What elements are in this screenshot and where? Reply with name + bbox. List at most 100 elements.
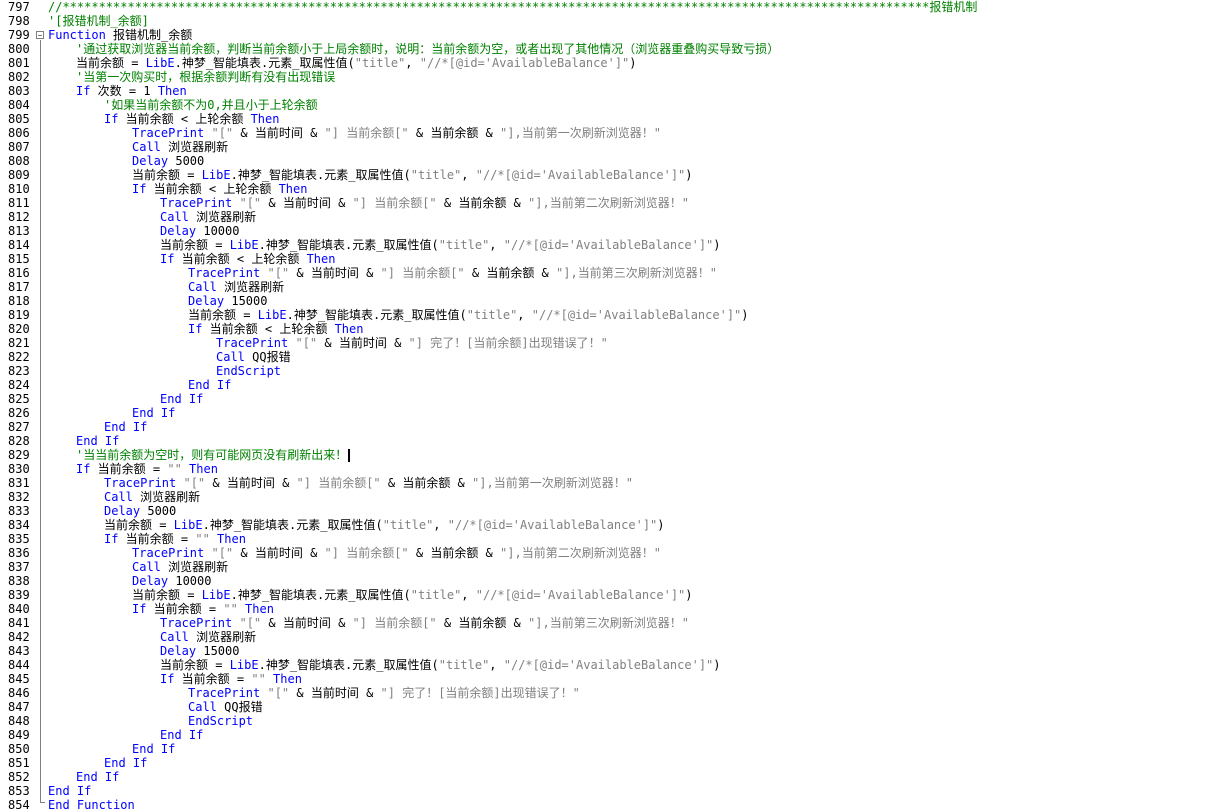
code-line[interactable]: 852 End If bbox=[0, 770, 1214, 784]
code-line[interactable]: 820 If 当前余额 < 上轮余额 Then bbox=[0, 322, 1214, 336]
code-line[interactable]: 815 If 当前余额 < 上轮余额 Then bbox=[0, 252, 1214, 266]
code-line[interactable]: 831 TracePrint "[" & 当前时间 & "] 当前余额[" & 当… bbox=[0, 476, 1214, 490]
code-line[interactable]: 804 '如果当前余额不为0,并且小于上轮余额 bbox=[0, 98, 1214, 112]
line-number: 810 bbox=[8, 182, 30, 196]
code-line[interactable]: 819 当前余额 = LibE.神梦_智能填表.元素_取属性值("title", … bbox=[0, 308, 1214, 322]
code-line[interactable]: 812 Call 浏览器刷新 bbox=[0, 210, 1214, 224]
code-line[interactable]: 844 当前余额 = LibE.神梦_智能填表.元素_取属性值("title", … bbox=[0, 658, 1214, 672]
code-text: 当前余额 = LibE.神梦_智能填表.元素_取属性值("title", "//… bbox=[104, 518, 665, 532]
code-line[interactable]: 840 If 当前余额 = "" Then bbox=[0, 602, 1214, 616]
code-line[interactable]: 848 EndScript bbox=[0, 714, 1214, 728]
code-text: Delay 5000 bbox=[104, 504, 176, 518]
keyword-token: Then bbox=[189, 462, 218, 476]
code-token: , bbox=[405, 56, 420, 70]
code-line[interactable]: 824 End If bbox=[0, 378, 1214, 392]
code-token: & 当前余额 & bbox=[436, 616, 529, 630]
code-line[interactable]: 837 Call 浏览器刷新 bbox=[0, 560, 1214, 574]
code-line[interactable]: 825 End If bbox=[0, 392, 1214, 406]
code-line[interactable]: 799 Function 报错机制_余额 bbox=[0, 28, 1214, 42]
string-token: "//*[@id='AvailableBalance']" bbox=[503, 238, 714, 252]
code-text: If 次数 = 1 Then bbox=[76, 84, 187, 98]
code-line[interactable]: 849 End If bbox=[0, 728, 1214, 742]
code-line[interactable]: 801 当前余额 = LibE.神梦_智能填表.元素_取属性值("title", … bbox=[0, 56, 1214, 70]
line-number: 829 bbox=[8, 448, 30, 462]
code-line[interactable]: 834 当前余额 = LibE.神梦_智能填表.元素_取属性值("title", … bbox=[0, 518, 1214, 532]
code-token: & 当前余额 & bbox=[436, 196, 529, 210]
code-line[interactable]: 851 End If bbox=[0, 756, 1214, 770]
code-line[interactable]: 803 If 次数 = 1 Then bbox=[0, 84, 1214, 98]
code-line[interactable]: 823 EndScript bbox=[0, 364, 1214, 378]
line-number: 837 bbox=[8, 560, 30, 574]
line-number: 834 bbox=[8, 518, 30, 532]
line-number: 843 bbox=[8, 644, 30, 658]
code-line[interactable]: 807 Call 浏览器刷新 bbox=[0, 140, 1214, 154]
keyword-token: Call bbox=[132, 560, 161, 574]
code-line[interactable]: 850 End If bbox=[0, 742, 1214, 756]
code-line[interactable]: 833 Delay 5000 bbox=[0, 504, 1214, 518]
code-line[interactable]: 822 Call QQ报错 bbox=[0, 350, 1214, 364]
code-text: If 当前余额 = "" Then bbox=[76, 462, 218, 476]
code-editor[interactable]: 797 //***********************************… bbox=[0, 0, 1214, 812]
code-line[interactable]: 818 Delay 15000 bbox=[0, 294, 1214, 308]
code-line[interactable]: 826 End If bbox=[0, 406, 1214, 420]
code-text: EndScript bbox=[216, 364, 281, 378]
code-line[interactable]: 836 TracePrint "[" & 当前时间 & "] 当前余额[" & 当… bbox=[0, 546, 1214, 560]
code-line[interactable]: 838 Delay 10000 bbox=[0, 574, 1214, 588]
string-token: "] 完了！[当前余额]出现错误了！" bbox=[380, 686, 580, 700]
code-token: .神梦_智能填表.元素_取属性值( bbox=[202, 518, 383, 532]
code-line[interactable]: 806 TracePrint "[" & 当前时间 & "] 当前余额[" & 当… bbox=[0, 126, 1214, 140]
code-token: 浏览器刷新 bbox=[188, 630, 257, 644]
string-token: "" bbox=[167, 462, 182, 476]
code-line[interactable]: 827 End If bbox=[0, 420, 1214, 434]
code-token: 浏览器刷新 bbox=[216, 280, 285, 294]
keyword-token: TracePrint bbox=[104, 476, 177, 490]
code-line[interactable]: 832 Call 浏览器刷新 bbox=[0, 490, 1214, 504]
code-line[interactable]: 846 TracePrint "[" & 当前时间 & "] 完了！[当前余额]出… bbox=[0, 686, 1214, 700]
keyword-token: Function bbox=[48, 28, 106, 42]
line-number: 841 bbox=[8, 616, 30, 630]
code-line[interactable]: 830 If 当前余额 = "" Then bbox=[0, 462, 1214, 476]
code-line[interactable]: 813 Delay 10000 bbox=[0, 224, 1214, 238]
comment-token: '如果当前余额不为0,并且小于上轮余额 bbox=[104, 98, 318, 112]
keyword-token: If bbox=[104, 532, 119, 546]
code-line[interactable]: 816 TracePrint "[" & 当前时间 & "] 当前余额[" & 当… bbox=[0, 266, 1214, 280]
line-number: 845 bbox=[8, 672, 30, 686]
code-token: 次数 = 1 bbox=[90, 84, 158, 98]
code-line[interactable]: 797 //***********************************… bbox=[0, 0, 1214, 14]
code-text: If 当前余额 = "" Then bbox=[160, 672, 302, 686]
code-token: , bbox=[433, 518, 448, 532]
code-line[interactable]: 842 Call 浏览器刷新 bbox=[0, 630, 1214, 644]
code-line[interactable]: 854 End Function bbox=[0, 798, 1214, 812]
code-line[interactable]: 798 '[报错机制_余额] bbox=[0, 14, 1214, 28]
code-line[interactable]: 829 '当当前余额为空时，则有可能网页没有刷新出来！ bbox=[0, 448, 1214, 462]
code-line[interactable]: 800 '通过获取浏览器当前余额，判断当前余额小于上局余额时，说明：当前余额为空，… bbox=[0, 42, 1214, 56]
code-token: 当前余额 = bbox=[188, 308, 258, 322]
code-line[interactable]: 847 Call QQ报错 bbox=[0, 700, 1214, 714]
code-line[interactable]: 843 Delay 15000 bbox=[0, 644, 1214, 658]
code-line[interactable]: 810 If 当前余额 < 上轮余额 Then bbox=[0, 182, 1214, 196]
code-line[interactable]: 802 '当第一次购买时，根据余额判断有没有出现错误 bbox=[0, 70, 1214, 84]
code-line[interactable]: 839 当前余额 = LibE.神梦_智能填表.元素_取属性值("title", … bbox=[0, 588, 1214, 602]
code-line[interactable]: 814 当前余额 = LibE.神梦_智能填表.元素_取属性值("title", … bbox=[0, 238, 1214, 252]
code-line[interactable]: 845 If 当前余额 = "" Then bbox=[0, 672, 1214, 686]
code-line[interactable]: 817 Call 浏览器刷新 bbox=[0, 280, 1214, 294]
code-line[interactable]: 821 TracePrint "[" & 当前时间 & "] 完了！[当前余额]出… bbox=[0, 336, 1214, 350]
code-line[interactable]: 853 End If bbox=[0, 784, 1214, 798]
keyword-token: Call bbox=[188, 700, 217, 714]
code-text: End If bbox=[188, 378, 231, 392]
code-line[interactable]: 808 Delay 5000 bbox=[0, 154, 1214, 168]
code-text: '当第一次购买时，根据余额判断有没有出现错误 bbox=[76, 70, 335, 84]
code-text: TracePrint "[" & 当前时间 & "] 当前余额[" & 当前余额… bbox=[132, 126, 661, 140]
code-line[interactable]: 841 TracePrint "[" & 当前时间 & "] 当前余额[" & 当… bbox=[0, 616, 1214, 630]
code-line[interactable]: 835 If 当前余额 = "" Then bbox=[0, 532, 1214, 546]
code-line[interactable]: 811 TracePrint "[" & 当前时间 & "] 当前余额[" & 当… bbox=[0, 196, 1214, 210]
code-token: 5000 bbox=[168, 154, 205, 168]
code-text: TracePrint "[" & 当前时间 & "] 完了！[当前余额]出现错误… bbox=[216, 336, 608, 350]
code-line[interactable]: 805 If 当前余额 < 上轮余额 Then bbox=[0, 112, 1214, 126]
code-line[interactable]: 809 当前余额 = LibE.神梦_智能填表.元素_取属性值("title", … bbox=[0, 168, 1214, 182]
keyword-token: End If bbox=[160, 392, 204, 406]
line-number: 801 bbox=[8, 56, 30, 70]
keyword-token: End Function bbox=[48, 798, 135, 812]
code-line[interactable]: 828 End If bbox=[0, 434, 1214, 448]
